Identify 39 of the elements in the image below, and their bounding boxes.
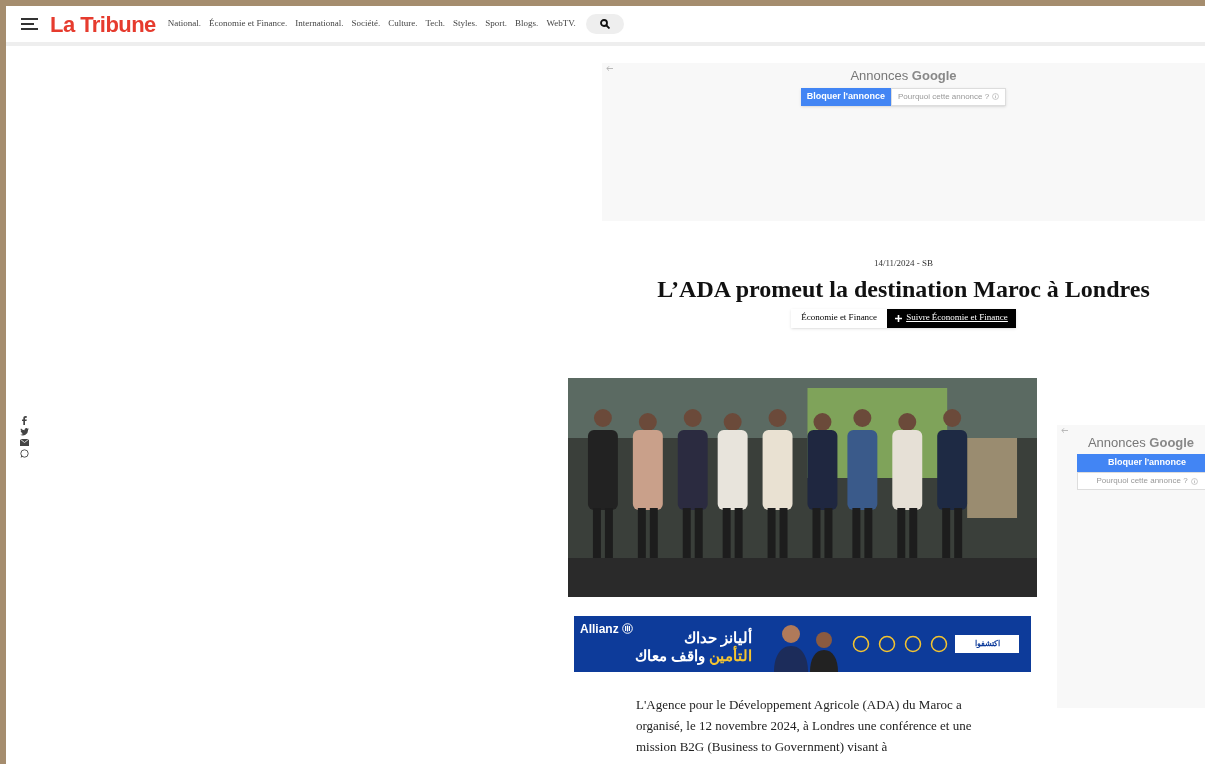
brand-emblem-icon — [621, 623, 633, 634]
nav-link[interactable]: Styles. — [453, 17, 478, 31]
ad-title: Annonces Google — [1086, 433, 1196, 452]
ad-slogan: التأمين واقف معاك — [634, 646, 752, 665]
feature-icon — [904, 634, 922, 653]
bird-icon[interactable] — [20, 428, 29, 436]
feature-icon — [878, 634, 896, 653]
nav-link[interactable]: International. — [295, 17, 344, 31]
plus-icon — [895, 314, 903, 322]
feature-icon — [930, 634, 948, 653]
facebook-icon[interactable] — [20, 416, 28, 425]
article-paragraph: L'Agence pour le Développement Agricole (ADA) du Maroc a organisé, le 12 novembre 2024, à Londres une conférence et une mission B2G (Business to Government) visant à — [636, 695, 973, 756]
nav-link[interactable]: WebTV. — [546, 17, 576, 31]
nav-link[interactable]: Culture. — [388, 17, 418, 31]
menu-icon[interactable] — [21, 18, 38, 30]
info-icon — [992, 93, 1000, 100]
chat-bubble-icon[interactable] — [20, 449, 29, 458]
nav-link[interactable]: National. — [167, 17, 201, 31]
info-icon — [1190, 477, 1198, 485]
nav-link[interactable]: Blogs. — [515, 17, 539, 31]
ad-headline: أليانز حداك — [683, 628, 752, 647]
ad-title: Annonces Google — [850, 67, 957, 85]
article-meta: 14/11/2024 - SB — [873, 257, 934, 270]
nav-link[interactable]: Tech. — [425, 17, 446, 31]
nav-link[interactable]: Sport. — [485, 17, 508, 31]
search-icon — [599, 19, 610, 29]
block-ad-button[interactable]: Bloquer l'annonce — [800, 87, 891, 106]
follow-button[interactable]: Suivre Économie et Finance — [887, 308, 1016, 328]
block-ad-button[interactable]: Bloquer l'annonce — [1077, 454, 1205, 472]
article-title: L’ADA promeut la destination Maroc à Londres — [657, 274, 1150, 304]
nav-link[interactable]: Société. — [351, 17, 381, 31]
mail-icon[interactable] — [20, 439, 29, 446]
discover-button[interactable]: اكتشفوا — [955, 634, 1019, 653]
feature-icon — [852, 634, 870, 653]
brand-logo: Allianz — [580, 620, 619, 638]
nav-link[interactable]: Économie et Finance. — [209, 17, 288, 31]
search-button[interactable] — [585, 14, 624, 34]
site-logo[interactable]: La Tribune — [50, 7, 156, 41]
category-tag[interactable]: Économie et Finance — [791, 308, 888, 328]
